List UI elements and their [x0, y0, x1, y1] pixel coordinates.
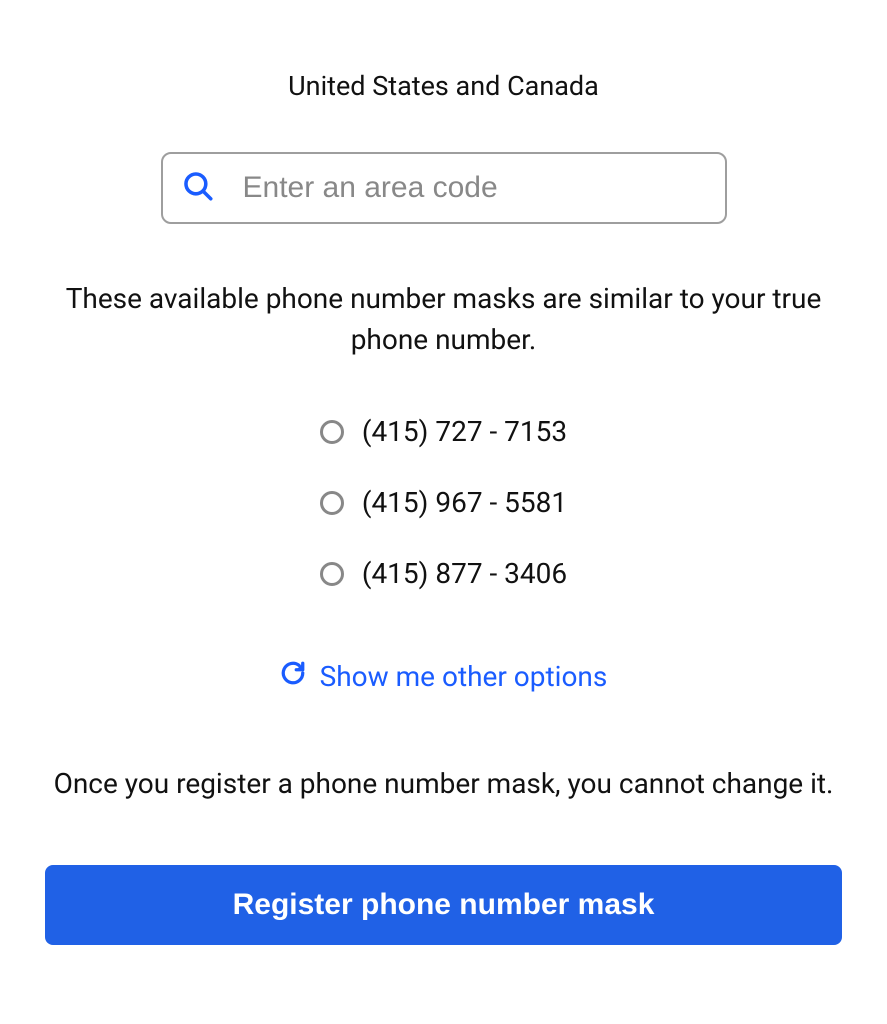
phone-option-label: (415) 727 - 7153 [362, 415, 567, 448]
phone-option[interactable]: (415) 727 - 7153 [320, 415, 567, 448]
warning-text: Once you register a phone number mask, y… [54, 763, 834, 805]
refresh-icon [280, 660, 306, 693]
phone-option[interactable]: (415) 877 - 3406 [320, 557, 567, 590]
register-button[interactable]: Register phone number mask [45, 865, 842, 945]
search-icon [181, 169, 215, 207]
refresh-link-label: Show me other options [320, 660, 608, 693]
description-text: These available phone number masks are s… [45, 279, 842, 360]
phone-option-label: (415) 967 - 5581 [362, 486, 567, 519]
radio-icon [320, 491, 344, 515]
area-code-input[interactable] [243, 171, 707, 205]
phone-option-label: (415) 877 - 3406 [362, 557, 567, 590]
radio-icon [320, 420, 344, 444]
show-other-options-link[interactable]: Show me other options [280, 660, 608, 693]
radio-icon [320, 562, 344, 586]
page-title: United States and Canada [288, 70, 599, 102]
phone-option[interactable]: (415) 967 - 5581 [320, 486, 567, 519]
phone-options-list: (415) 727 - 7153 (415) 967 - 5581 (415) … [320, 415, 567, 590]
search-container [161, 152, 727, 224]
